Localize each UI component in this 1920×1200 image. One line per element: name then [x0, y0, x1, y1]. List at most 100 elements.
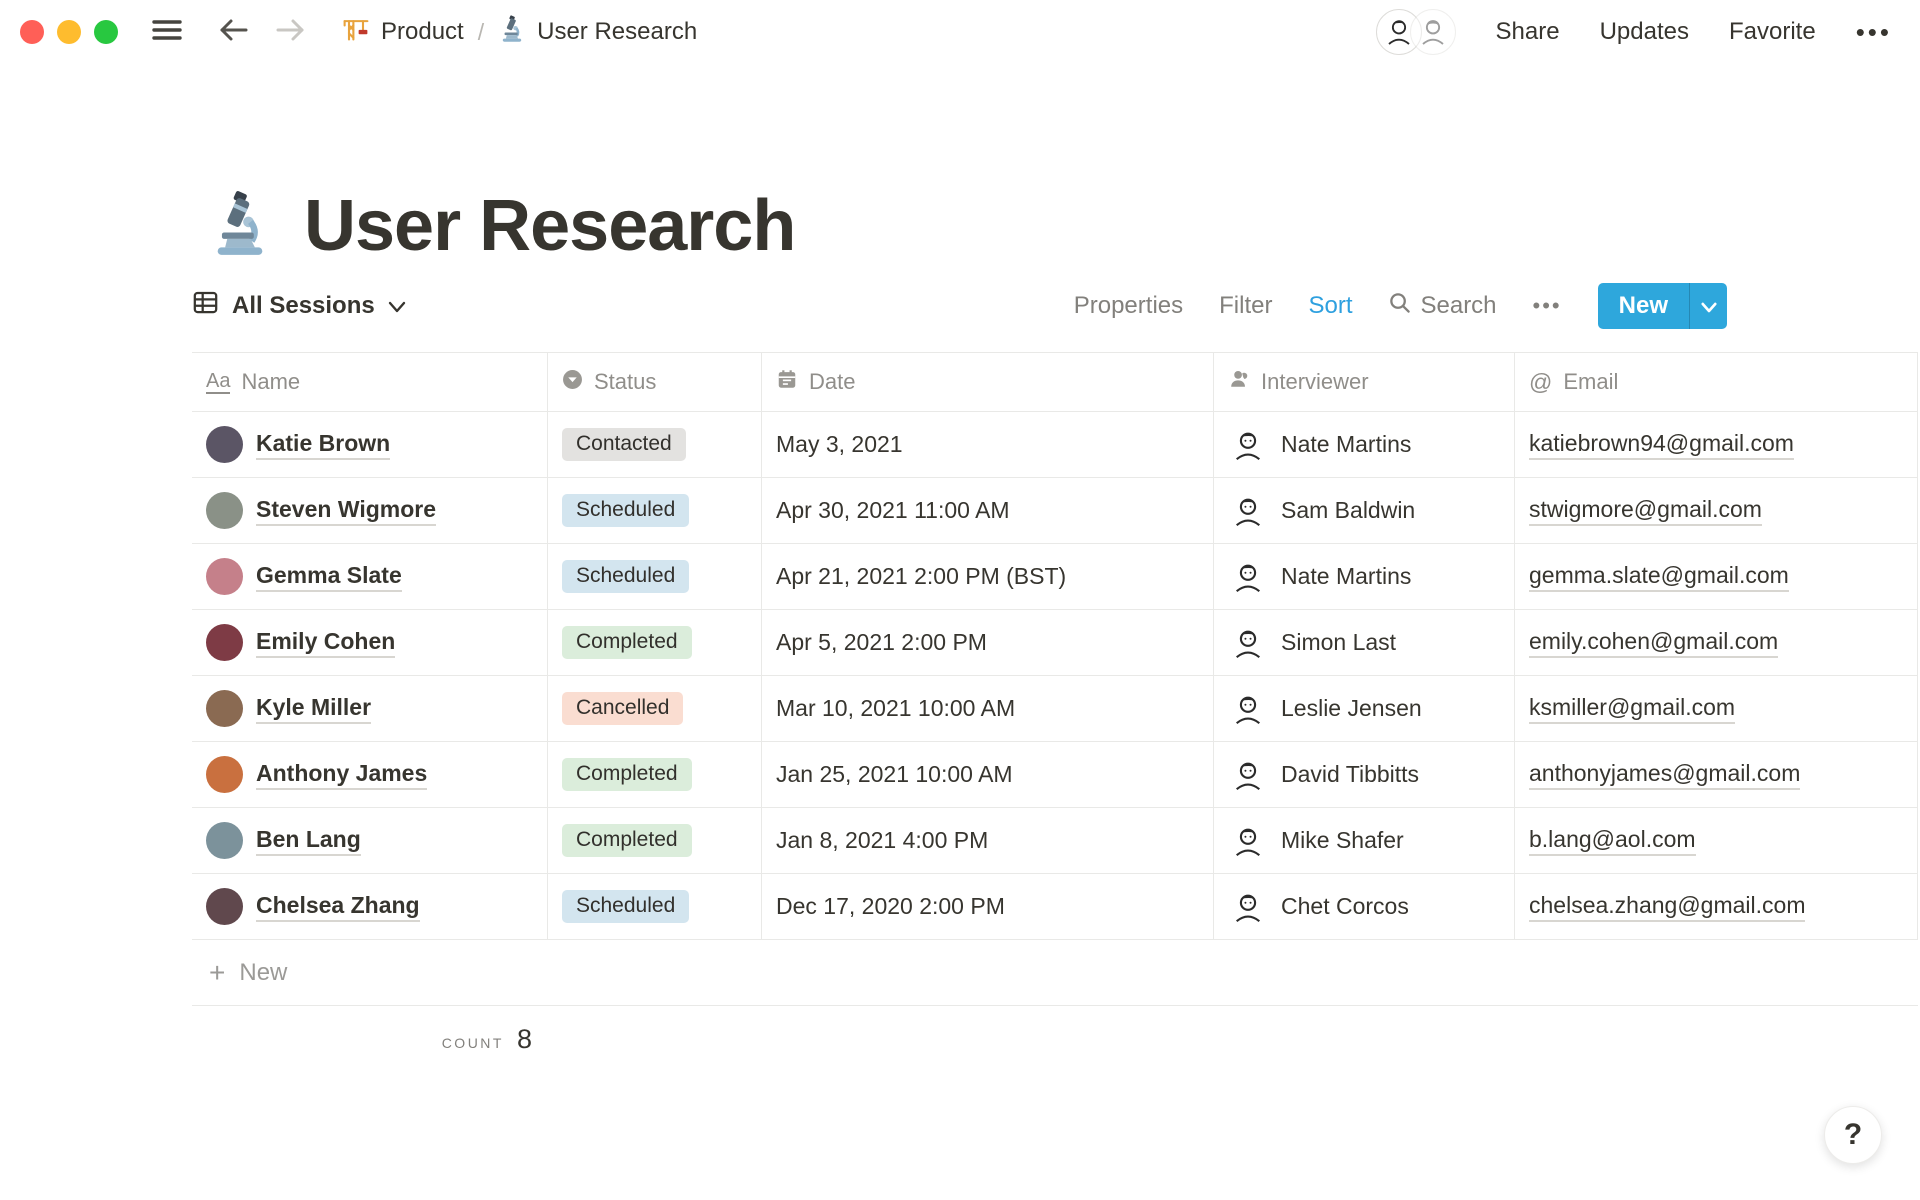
more-options-button[interactable]: ••• [1856, 17, 1892, 48]
email-cell[interactable]: katiebrown94@gmail.com [1515, 412, 1918, 477]
status-cell[interactable]: Scheduled [548, 544, 762, 609]
row-interviewer-name: Leslie Jensen [1281, 695, 1422, 721]
row-date: May 3, 2021 [776, 431, 903, 457]
table-row: Katie Brown Contacted May 3, 2021 Nate M… [192, 412, 1918, 478]
view-switcher[interactable]: All Sessions [192, 289, 406, 323]
back-button[interactable] [218, 17, 250, 48]
page-title[interactable]: User Research [304, 190, 796, 262]
close-button[interactable] [20, 20, 44, 44]
email-cell[interactable]: chelsea.zhang@gmail.com [1515, 874, 1918, 939]
date-cell[interactable]: Apr 5, 2021 2:00 PM [762, 610, 1214, 675]
name-cell[interactable]: Gemma Slate [192, 544, 548, 609]
date-cell[interactable]: Apr 30, 2021 11:00 AM [762, 478, 1214, 543]
row-interviewer-name: Nate Martins [1281, 431, 1412, 457]
favorite-button[interactable]: Favorite [1729, 18, 1816, 46]
zoom-button[interactable] [94, 20, 118, 44]
column-header-date[interactable]: Date [762, 353, 1214, 411]
date-cell[interactable]: May 3, 2021 [762, 412, 1214, 477]
column-label: Email [1563, 369, 1619, 394]
interviewer-cell[interactable]: David Tibbitts [1214, 742, 1515, 807]
interviewer-cell[interactable]: Nate Martins [1214, 544, 1515, 609]
name-cell[interactable]: Chelsea Zhang [192, 874, 548, 939]
status-cell[interactable]: Contacted [548, 412, 762, 477]
date-cell[interactable]: Apr 21, 2021 2:00 PM (BST) [762, 544, 1214, 609]
new-dropdown-button[interactable] [1689, 283, 1727, 329]
status-cell[interactable]: Completed [548, 808, 762, 873]
search-button[interactable]: Search [1388, 291, 1497, 321]
interviewer-avatar [1228, 820, 1268, 861]
breadcrumb-item-user-research[interactable]: User Research [498, 14, 698, 50]
date-cell[interactable]: Mar 10, 2021 10:00 AM [762, 676, 1214, 741]
help-button[interactable]: ? [1824, 1106, 1882, 1164]
status-cell[interactable]: Completed [548, 610, 762, 675]
email-cell[interactable]: anthonyjames@gmail.com [1515, 742, 1918, 807]
breadcrumb-separator: / [477, 18, 485, 45]
select-property-icon [562, 369, 583, 396]
email-cell[interactable]: ksmiller@gmail.com [1515, 676, 1918, 741]
updates-button[interactable]: Updates [1600, 18, 1689, 46]
row-name-text: Gemma Slate [256, 562, 402, 592]
status-badge: Completed [562, 824, 692, 857]
email-cell[interactable]: emily.cohen@gmail.com [1515, 610, 1918, 675]
status-cell[interactable]: Scheduled [548, 478, 762, 543]
row-name-text: Steven Wigmore [256, 496, 437, 526]
interviewer-avatar [1228, 556, 1268, 597]
name-cell[interactable]: Ben Lang [192, 808, 548, 873]
row-interviewer-name: Simon Last [1281, 629, 1397, 655]
interviewer-avatar [1228, 688, 1268, 729]
breadcrumb-label: User Research [537, 18, 698, 45]
avatar [206, 756, 243, 793]
email-cell[interactable]: b.lang@aol.com [1515, 808, 1918, 873]
toolbar-actions: Properties Filter Sort Search ••• New [1074, 283, 1727, 329]
table-view-icon [192, 289, 219, 323]
name-cell[interactable]: Katie Brown [192, 412, 548, 477]
name-cell[interactable]: Steven Wigmore [192, 478, 548, 543]
name-cell[interactable]: Emily Cohen [192, 610, 548, 675]
interviewer-cell[interactable]: Sam Baldwin [1214, 478, 1515, 543]
column-header-status[interactable]: Status [548, 353, 762, 411]
count-calculation[interactable]: COUNT 8 [192, 1006, 548, 1055]
sort-button[interactable]: Sort [1308, 292, 1352, 320]
row-email-text: anthonyjames@gmail.com [1529, 760, 1801, 790]
forward-button[interactable] [274, 17, 306, 48]
column-header-interviewer[interactable]: Interviewer [1214, 353, 1515, 411]
interviewer-cell[interactable]: Mike Shafer [1214, 808, 1515, 873]
status-cell[interactable]: Cancelled [548, 676, 762, 741]
interviewer-cell[interactable]: Nate Martins [1214, 412, 1515, 477]
properties-button[interactable]: Properties [1074, 292, 1183, 320]
new-button[interactable]: New [1597, 283, 1727, 329]
column-header-name[interactable]: Aa Name [192, 353, 548, 411]
column-label: Name [241, 369, 301, 394]
presence-avatars[interactable] [1375, 9, 1456, 55]
date-cell[interactable]: Dec 17, 2020 2:00 PM [762, 874, 1214, 939]
interviewer-cell[interactable]: Simon Last [1214, 610, 1515, 675]
name-cell[interactable]: Anthony James [192, 742, 548, 807]
row-name-text: Anthony James [256, 760, 428, 790]
row-name-text: Ben Lang [256, 826, 361, 856]
interviewer-cell[interactable]: Leslie Jensen [1214, 676, 1515, 741]
view-name: All Sessions [232, 292, 375, 319]
status-cell[interactable]: Scheduled [548, 874, 762, 939]
avatar [206, 558, 243, 595]
page-microscope-icon[interactable] [206, 190, 274, 263]
email-cell[interactable]: gemma.slate@gmail.com [1515, 544, 1918, 609]
filter-button[interactable]: Filter [1219, 292, 1272, 320]
table-header: Aa Name Status Date Interviewer @ Email [192, 352, 1918, 412]
email-cell[interactable]: stwigmore@gmail.com [1515, 478, 1918, 543]
new-button-label[interactable]: New [1598, 283, 1689, 329]
row-email-text: b.lang@aol.com [1529, 826, 1696, 856]
interviewer-avatar [1228, 490, 1268, 531]
view-options-button[interactable]: ••• [1533, 293, 1562, 319]
status-cell[interactable]: Completed [548, 742, 762, 807]
new-row-button[interactable]: + New [192, 940, 1918, 1006]
interviewer-cell[interactable]: Chet Corcos [1214, 874, 1515, 939]
date-cell[interactable]: Jan 25, 2021 10:00 AM [762, 742, 1214, 807]
sidebar-toggle-button[interactable] [152, 18, 182, 47]
column-header-email[interactable]: @ Email [1515, 353, 1918, 411]
date-cell[interactable]: Jan 8, 2021 4:00 PM [762, 808, 1214, 873]
share-button[interactable]: Share [1496, 18, 1560, 46]
breadcrumb-item-product[interactable]: Product [342, 15, 464, 50]
name-cell[interactable]: Kyle Miller [192, 676, 548, 741]
column-label: Date [809, 369, 856, 394]
minimize-button[interactable] [57, 20, 81, 44]
